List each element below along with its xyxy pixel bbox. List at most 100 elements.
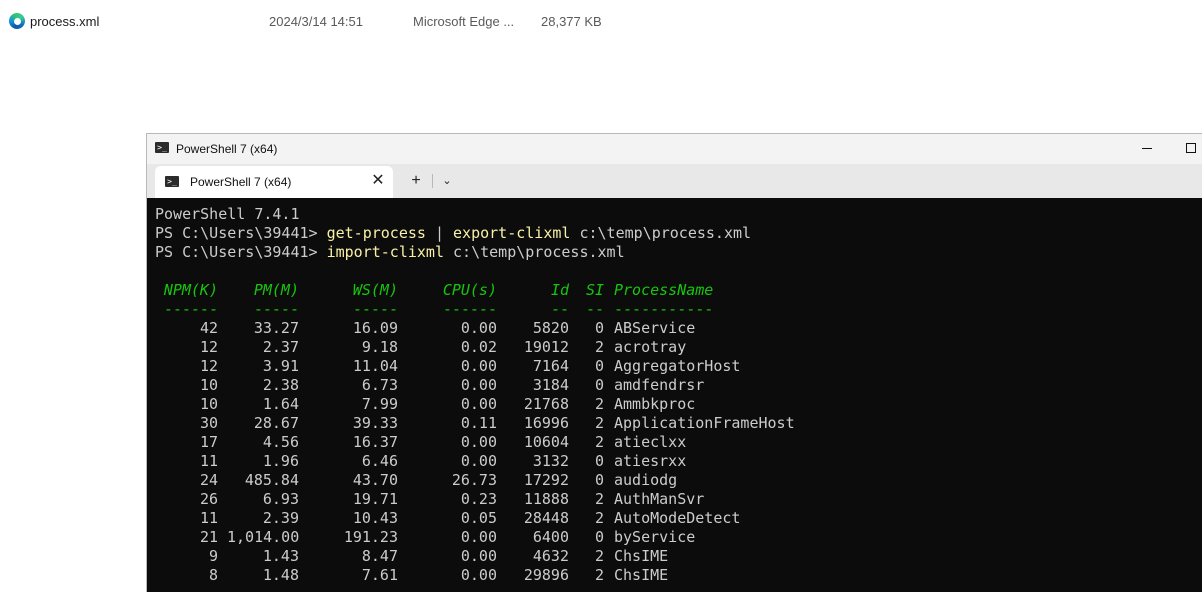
cell-processname: AutoModeDetect [614,509,741,527]
cell-cpu: 0.00 [460,566,497,584]
cell-cpu: 0.00 [460,528,497,546]
cell-pm: 33.27 [253,319,299,337]
cell-cpu: 0.00 [460,357,497,375]
new-tab-plus-icon[interactable]: + [405,170,427,192]
cell-processname: AuthManSvr [614,490,705,508]
tab-divider [432,174,433,188]
cell-cpu: 0.02 [460,338,497,356]
cell-npm: 12 [199,338,218,356]
separator-processname: ----------- [614,300,714,318]
cell-ws: 43.70 [352,471,398,489]
cell-id: 4632 [532,547,569,565]
file-type: Microsoft Edge ... [413,14,515,29]
cell-pm: 2.38 [262,376,299,394]
cell-cpu: 0.00 [460,452,497,470]
cell-ws: 6.46 [361,452,398,470]
cell-si: 0 [594,471,604,489]
separator-si: -- [585,300,604,318]
table-row: 12 3.91 11.04 0.00 7164 0 AggregatorHost [147,357,1202,376]
cell-id: 28448 [523,509,569,527]
cell-cpu: 0.05 [460,509,497,527]
prompt-text: PS C:\Users\39441> [155,224,327,242]
header-si: SI [585,281,604,299]
cell-npm: 26 [199,490,218,508]
cell-processname: ApplicationFrameHost [614,414,795,432]
table-row: 11 1.96 6.46 0.00 3132 0 atiesrxx [147,452,1202,471]
chevron-down-icon[interactable]: ⌄ [437,170,457,192]
file-name: process.xml [30,14,100,29]
cell-si: 0 [594,376,604,394]
cell-processname: amdfendrsr [614,376,705,394]
cell-id: 16996 [523,414,569,432]
cell-processname: audiodg [614,471,678,489]
cell-npm: 42 [199,319,218,337]
cell-pm: 2.37 [262,338,299,356]
cell-npm: 10 [199,395,218,413]
cell-ws: 11.04 [352,357,398,375]
header-pm: PM(M) [253,281,299,299]
minimize-icon[interactable] [1142,148,1152,149]
cell-si: 2 [594,509,604,527]
cell-cpu: 0.00 [460,376,497,394]
cell-id: 19012 [523,338,569,356]
console-command-line-1: PS C:\Users\39441> get-process | export-… [155,224,751,243]
cell-cpu: 0.00 [460,319,497,337]
cell-si: 0 [594,357,604,375]
cell-ws: 9.18 [361,338,398,356]
cell-si: 0 [594,452,604,470]
cell-cpu: 0.00 [460,433,497,451]
pipe-operator: | [425,224,454,242]
table-row: 8 1.48 7.61 0.00 29896 2 ChsIME [147,566,1202,585]
cell-pm: 485.84 [244,471,299,489]
header-id: Id [550,281,569,299]
tab-powershell[interactable]: >_ PowerShell 7 (x64) ✕ [155,166,393,198]
cell-id: 29896 [523,566,569,584]
table-row: 42 33.27 16.09 0.00 5820 0 ABService [147,319,1202,338]
command-argument: c:\temp\process.xml [444,243,625,261]
version-text: PowerShell 7.4.1 [155,205,300,223]
table-row: 10 1.64 7.99 0.00 21768 2 Ammbkproc [147,395,1202,414]
cell-ws: 16.09 [352,319,398,337]
cell-cpu: 0.00 [460,395,497,413]
header-ws: WS(M) [352,281,398,299]
cell-npm: 11 [199,509,218,527]
cell-si: 2 [594,338,604,356]
cell-si: 0 [594,528,604,546]
cell-processname: byService [614,528,696,546]
table-row: 17 4.56 16.37 0.00 10604 2 atieclxx [147,433,1202,452]
cell-ws: 8.47 [361,547,398,565]
title-bar[interactable]: >_ PowerShell 7 (x64) [147,134,1202,164]
cell-si: 2 [594,547,604,565]
cell-cpu: 0.11 [460,414,497,432]
cell-cpu: 26.73 [451,471,497,489]
cell-ws: 6.73 [361,376,398,394]
edge-file-icon [9,13,25,29]
powershell-tab-icon: >_ [165,176,179,187]
cell-pm: 6.93 [262,490,299,508]
tab-bar: >_ PowerShell 7 (x64) ✕ + ⌄ [147,164,1202,198]
cell-id: 5820 [532,319,569,337]
cell-si: 0 [594,319,604,337]
cell-pm: 3.91 [262,357,299,375]
table-row: 26 6.93 19.71 0.23 11888 2 AuthManSvr [147,490,1202,509]
file-row-process-xml[interactable]: process.xml 2024/3/14 14:51 Microsoft Ed… [0,10,1202,32]
console-output[interactable]: PowerShell 7.4.1 PS C:\Users\39441> get-… [147,198,1202,592]
command-import-clixml: import-clixml [326,243,444,261]
cell-id: 3132 [532,452,569,470]
maximize-icon[interactable] [1186,143,1196,153]
cell-cpu: 0.23 [460,490,497,508]
table-row: 9 1.43 8.47 0.00 4632 2 ChsIME [147,547,1202,566]
table-row: 12 2.37 9.18 0.02 19012 2 acrotray [147,338,1202,357]
table-row: 10 2.38 6.73 0.00 3184 0 amdfendrsr [147,376,1202,395]
cell-id: 17292 [523,471,569,489]
cell-ws: 39.33 [352,414,398,432]
close-tab-icon[interactable]: ✕ [369,172,387,190]
cell-processname: ChsIME [614,547,669,565]
cell-pm: 1.96 [262,452,299,470]
cell-processname: ABService [614,319,696,337]
cell-pm: 4.56 [262,433,299,451]
cell-si: 2 [594,414,604,432]
cell-npm: 17 [199,433,218,451]
cell-cpu: 0.00 [460,547,497,565]
window-title: PowerShell 7 (x64) [176,142,278,156]
